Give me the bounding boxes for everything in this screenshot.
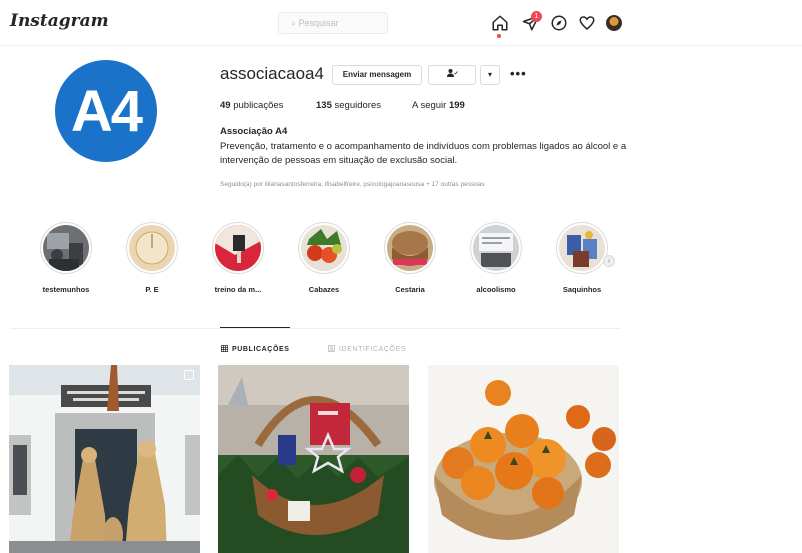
instagram-logo[interactable]: Instagram: [10, 11, 109, 31]
followers-count-value: 135: [316, 100, 332, 111]
post-image-christmas-basket: [218, 365, 409, 553]
highlight-ring: [384, 222, 436, 274]
tagged-user-icon: [328, 345, 335, 352]
highlight-cestaria[interactable]: Cestaria: [380, 222, 440, 294]
highlight-thumbnail: [473, 225, 519, 271]
user-check-icon: [447, 69, 458, 77]
highlight-ring: [126, 222, 178, 274]
highlight-thumbnail: [559, 225, 605, 271]
grid-icon: [221, 345, 228, 352]
post-image-nativity-scene: [9, 365, 200, 553]
home-active-dot: [497, 34, 501, 38]
tab-publicacoes[interactable]: PUBLICAÇÕES: [221, 345, 290, 353]
highlight-thumbnail: [129, 225, 175, 271]
home-icon[interactable]: [491, 14, 509, 32]
more-options-icon[interactable]: •••: [510, 66, 527, 81]
highlight-thumbnail: [301, 225, 347, 271]
bio-text: Prevenção, tratamento e o acompanhamento…: [220, 141, 627, 166]
highlight-label: Saquinhos: [562, 285, 602, 294]
highlight-cabazes[interactable]: Cabazes: [294, 222, 354, 294]
following-count-label: A seguir: [412, 100, 447, 111]
user-avatar-icon[interactable]: [606, 15, 622, 31]
highlight-ring: [212, 222, 264, 274]
post-thumbnail-nativity[interactable]: [9, 365, 200, 553]
activity-heart-icon[interactable]: [578, 14, 596, 32]
bio-name: Associação A4: [220, 126, 288, 137]
explore-compass-icon[interactable]: [550, 14, 568, 32]
post-thumbnail-persimmons[interactable]: [428, 365, 619, 553]
highlight-testemunhos[interactable]: testemunhos: [36, 222, 96, 294]
followed-by-text[interactable]: Seguido(a) por lilianasantosferreira, if…: [220, 181, 485, 188]
highlight-label: P. E: [145, 285, 159, 294]
posts-count-value: 49: [220, 100, 231, 111]
post-thumbnail-christmas-basket[interactable]: [218, 365, 409, 553]
highlight-thumbnail: [43, 225, 89, 271]
highlight-pe[interactable]: P. E: [122, 222, 182, 294]
followers-count[interactable]: 135 seguidores: [316, 100, 381, 111]
highlight-treino[interactable]: treino da m...: [208, 222, 268, 294]
highlight-label: Cabazes: [308, 285, 340, 294]
highlight-ring: [298, 222, 350, 274]
tab-identificacoes[interactable]: IDENTIFICAÇÕES: [328, 345, 406, 353]
profile-avatar[interactable]: A4: [55, 60, 157, 162]
highlight-label: alcoolismo: [476, 285, 516, 294]
posts-count: 49 publicações: [220, 100, 283, 111]
suggested-accounts-dropdown[interactable]: ▾: [480, 65, 500, 85]
highlight-thumbnail: [387, 225, 433, 271]
profile-username: associacaoa4: [220, 64, 324, 83]
send-message-button[interactable]: Enviar mensagem: [332, 65, 422, 85]
tabs-divider: [10, 328, 620, 329]
highlight-label: treino da m...: [214, 285, 262, 294]
followers-count-label: seguidores: [334, 100, 381, 111]
following-count-value: 199: [448, 100, 465, 111]
highlight-thumbnail: [215, 225, 261, 271]
search-input[interactable]: ⌕ Pesquisar: [278, 12, 388, 34]
highlight-label: testemunhos: [42, 285, 90, 294]
following-button[interactable]: [428, 65, 476, 85]
active-tab-indicator: [220, 327, 290, 328]
posts-count-label: publicações: [233, 100, 284, 111]
following-count[interactable]: A seguir 199: [412, 100, 465, 111]
highlight-alcoolismo[interactable]: alcoolismo: [466, 222, 526, 294]
highlight-ring: [556, 222, 608, 274]
post-image-persimmon-basket: [428, 365, 619, 553]
highlight-ring: [470, 222, 522, 274]
tab-publicacoes-label: PUBLICAÇÕES: [232, 346, 290, 353]
multiple-photos-icon: [184, 370, 194, 380]
highlight-ring: [40, 222, 92, 274]
top-navigation-bar: Instagram ⌕ Pesquisar 1: [0, 0, 802, 46]
highlights-next-chevron-icon[interactable]: ›: [603, 255, 615, 267]
avatar-logo-text: A4: [70, 79, 143, 144]
highlight-label: Cestaria: [395, 285, 425, 294]
notification-badge: 1: [531, 11, 542, 22]
tab-identificacoes-label: IDENTIFICAÇÕES: [339, 346, 407, 353]
